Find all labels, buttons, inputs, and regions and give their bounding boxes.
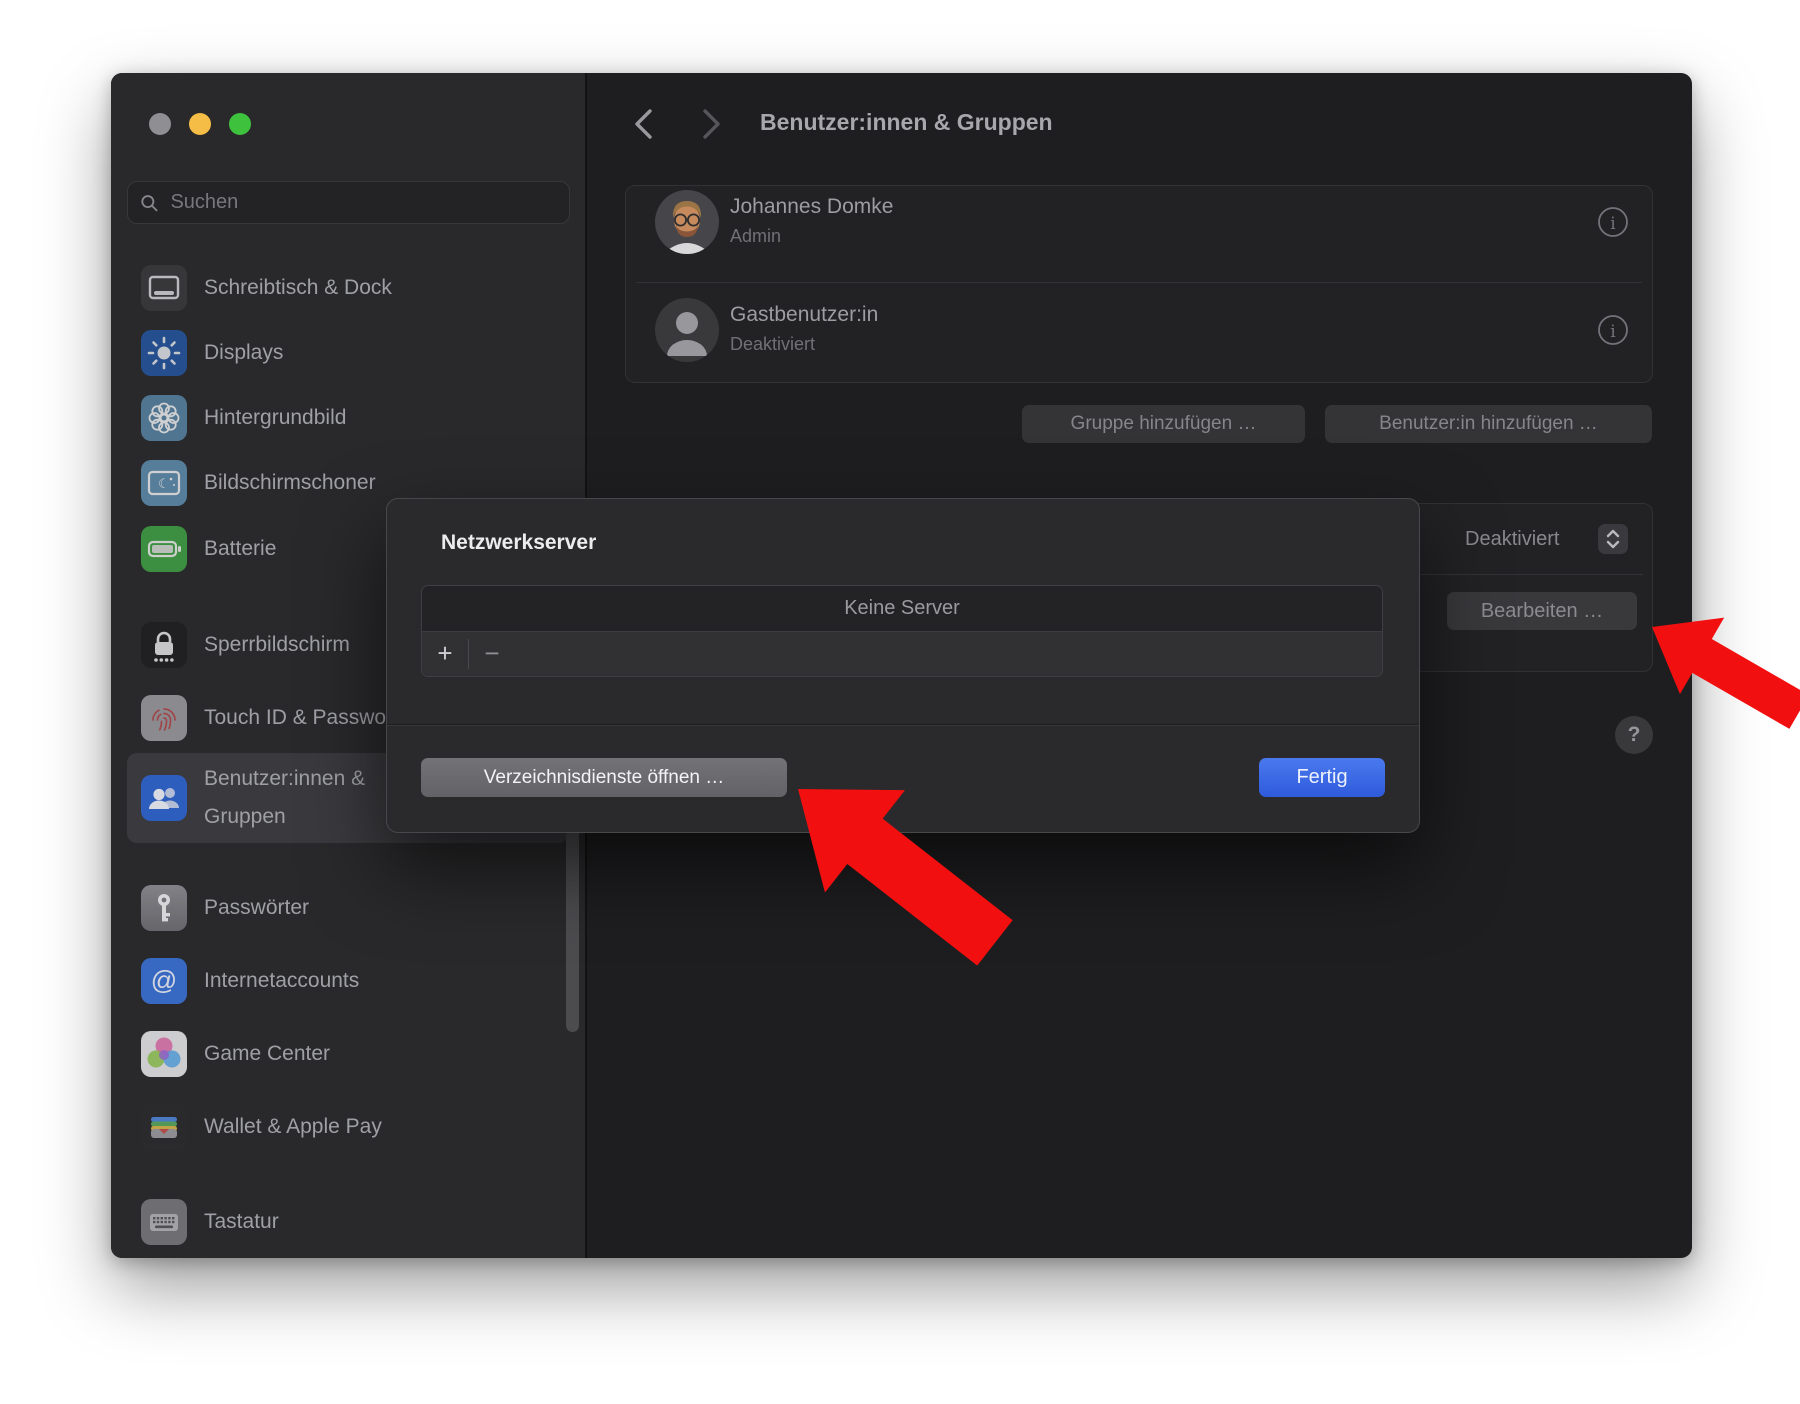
guest-avatar xyxy=(655,298,719,362)
search-field[interactable] xyxy=(127,181,570,224)
user-status: Admin xyxy=(730,226,781,247)
sidebar-item-label: Batterie xyxy=(204,537,276,561)
help-button[interactable]: ? xyxy=(1615,716,1653,754)
sidebar-item-displays[interactable]: Displays xyxy=(127,324,570,382)
edit-button[interactable]: Bearbeiten … xyxy=(1447,592,1637,630)
sidebar-item-desktop-dock[interactable]: Schreibtisch & Dock xyxy=(127,259,570,317)
sidebar-item-label: Game Center xyxy=(204,1042,330,1066)
dialog-title: Netzwerkserver xyxy=(441,531,596,555)
svg-text:@: @ xyxy=(151,965,177,995)
sidebar-item-label: Internetaccounts xyxy=(204,969,359,993)
zoom-button[interactable] xyxy=(229,113,251,135)
at-icon: @ xyxy=(141,958,187,1004)
key-icon xyxy=(141,885,187,931)
sidebar-item-wallpaper[interactable]: Hintergrundbild xyxy=(127,389,570,447)
sidebar-item-game-center[interactable]: Game Center xyxy=(127,1025,570,1083)
battery-icon xyxy=(141,526,187,572)
search-icon xyxy=(140,193,158,213)
sidebar-item-label: Sperrbildschirm xyxy=(204,633,350,657)
open-directory-services-button[interactable]: Verzeichnisdienste öffnen … xyxy=(421,758,787,797)
screenshot-stage: Schreibtisch & Dock Displays Hintergrund… xyxy=(0,0,1800,1404)
empty-server-message: Keine Server xyxy=(422,586,1382,631)
svg-text:☾: ☾ xyxy=(158,477,170,492)
users-groups-icon xyxy=(141,775,187,821)
sidebar-item-wallet[interactable]: Wallet & Apple Pay xyxy=(127,1098,570,1156)
forward-button[interactable] xyxy=(696,108,726,140)
sidebar-item-label: Wallet & Apple Pay xyxy=(204,1115,382,1139)
traffic-lights xyxy=(149,113,251,135)
list-toolbar: + − xyxy=(422,632,1382,676)
wallpaper-icon xyxy=(141,395,187,441)
lock-icon xyxy=(141,622,187,668)
network-server-dialog: Netzwerkserver Keine Server + − Verzeich… xyxy=(386,498,1420,833)
sidebar-item-label: Schreibtisch & Dock xyxy=(204,276,392,300)
row-divider xyxy=(636,282,1642,283)
avatar xyxy=(655,190,719,254)
game-center-icon xyxy=(141,1031,187,1077)
sidebar-item-label: Touch ID & Passwort xyxy=(204,706,399,730)
sidebar-item-label: Tastatur xyxy=(204,1210,279,1234)
info-icon[interactable]: i xyxy=(1597,206,1629,238)
sidebar-item-label: Passwörter xyxy=(204,896,309,920)
sidebar-item-label: Bildschirmschoner xyxy=(204,471,376,495)
close-button[interactable] xyxy=(149,113,171,135)
sidebar-scrollbar[interactable] xyxy=(566,820,579,1032)
sidebar-item-label: Hintergrundbild xyxy=(204,406,346,430)
sidebar-item-keyboard[interactable]: Tastatur xyxy=(127,1193,570,1251)
chevron-up-down-icon xyxy=(1598,524,1628,554)
sidebar-item-label: Benutzer:innen & Gruppen xyxy=(204,760,365,836)
search-input[interactable] xyxy=(168,190,557,215)
user-name: Johannes Domke xyxy=(730,195,893,219)
desktop-dock-icon xyxy=(141,265,187,311)
sidebar-item-internet-accounts[interactable]: @ Internetaccounts xyxy=(127,952,570,1010)
page-title: Benutzer:innen & Gruppen xyxy=(760,109,1053,136)
back-button[interactable] xyxy=(629,108,659,140)
info-icon[interactable]: i xyxy=(1597,314,1629,346)
add-group-button[interactable]: Gruppe hinzufügen … xyxy=(1022,405,1305,443)
network-server-value: Deaktiviert xyxy=(1465,528,1559,551)
user-status: Deaktiviert xyxy=(730,334,815,355)
sidebar-item-passwords[interactable]: Passwörter xyxy=(127,879,570,937)
wallet-icon xyxy=(141,1104,187,1150)
remove-server-button[interactable]: − xyxy=(469,640,515,669)
done-button[interactable]: Fertig xyxy=(1259,758,1385,797)
add-server-button[interactable]: + xyxy=(422,640,468,669)
popup-stepper[interactable] xyxy=(1598,524,1628,554)
user-name: Gastbenutzer:in xyxy=(730,303,878,327)
screensaver-icon: ☾ xyxy=(141,460,187,506)
svg-text:i: i xyxy=(1610,322,1616,342)
server-list: Keine Server + − xyxy=(421,585,1383,677)
sidebar-item-label: Displays xyxy=(204,341,283,365)
add-user-button[interactable]: Benutzer:in hinzufügen … xyxy=(1325,405,1652,443)
keyboard-icon xyxy=(141,1199,187,1245)
minimize-button[interactable] xyxy=(189,113,211,135)
fingerprint-icon xyxy=(141,695,187,741)
displays-icon xyxy=(141,330,187,376)
svg-text:i: i xyxy=(1610,214,1616,234)
dialog-footer-divider xyxy=(387,724,1419,725)
